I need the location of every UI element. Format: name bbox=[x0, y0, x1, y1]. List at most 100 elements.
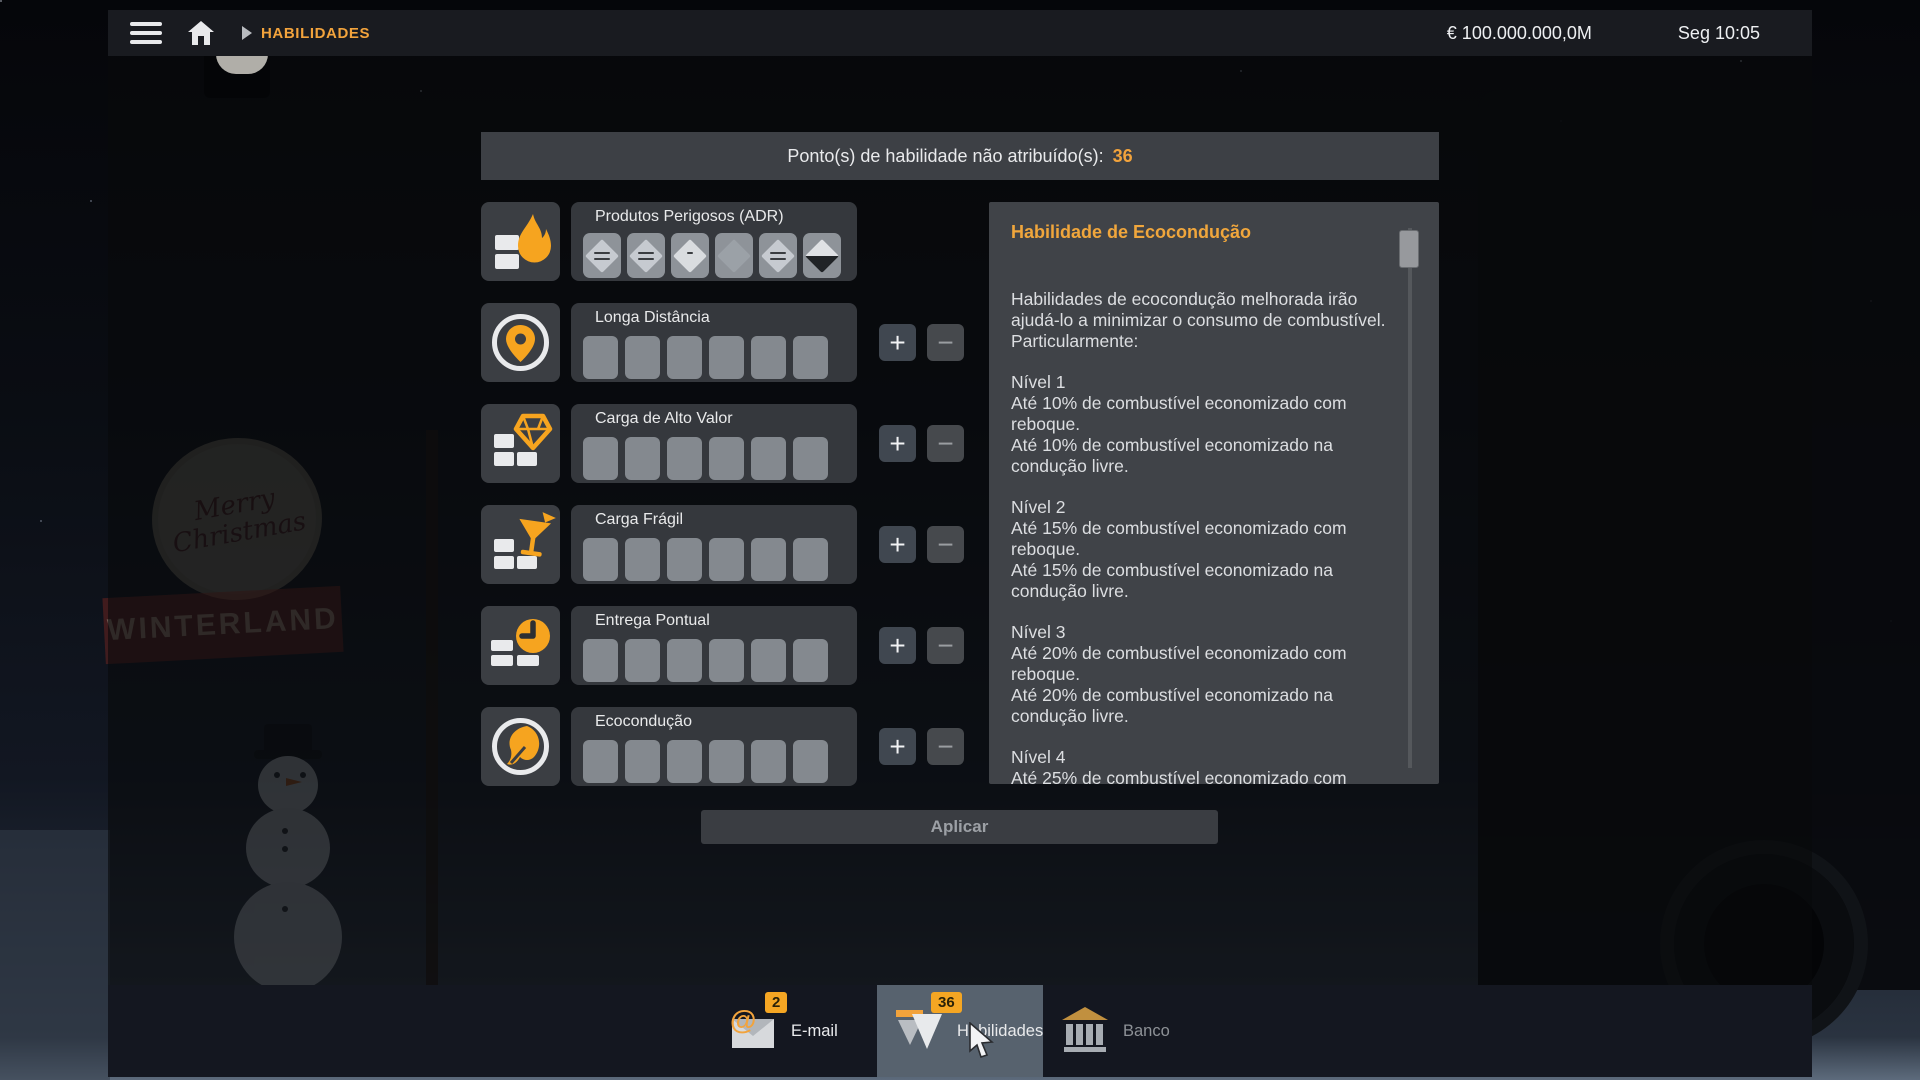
adr-flame-icon bbox=[481, 202, 560, 281]
detail-text-line: Nível 2 bbox=[1011, 497, 1417, 518]
level-pip-5[interactable] bbox=[751, 336, 786, 379]
adr-class-flammable-liquid-3[interactable] bbox=[671, 233, 709, 278]
level-pip-2[interactable] bbox=[625, 740, 660, 783]
level-pip-6[interactable] bbox=[793, 538, 828, 581]
svg-text:@: @ bbox=[730, 1005, 756, 1035]
detail-text-line: ajudá-lo a minimizar o consumo de combus… bbox=[1011, 310, 1417, 331]
detail-level-1: Nível 1Até 10% de combustível economizad… bbox=[1011, 372, 1417, 477]
skill-level-pips bbox=[583, 639, 828, 682]
level-pip-4[interactable] bbox=[709, 740, 744, 783]
add-point-button-ecodriving[interactable]: + bbox=[879, 728, 916, 765]
skill-point-buttons: +− bbox=[879, 627, 964, 664]
dock-label-bank: Banco bbox=[1123, 1022, 1170, 1041]
skill-point-buttons: +− bbox=[879, 526, 964, 563]
add-point-button-just-in-time[interactable]: + bbox=[879, 627, 916, 664]
skill-card-ecodriving: Ecocondução bbox=[571, 707, 857, 786]
skill-card-long-distance: Longa Distância bbox=[571, 303, 857, 382]
scrollbar-track[interactable] bbox=[1408, 228, 1412, 768]
level-pip-5[interactable] bbox=[751, 639, 786, 682]
detail-text-line: condução livre. bbox=[1011, 581, 1417, 602]
remove-point-button-fragile-cargo[interactable]: − bbox=[927, 526, 964, 563]
level-pip-4[interactable] bbox=[709, 538, 744, 581]
level-pip-3[interactable] bbox=[667, 740, 702, 783]
skill-level-pips bbox=[583, 538, 828, 581]
level-pip-6[interactable] bbox=[793, 639, 828, 682]
adr-class-explosives-1[interactable] bbox=[583, 233, 621, 278]
level-pip-5[interactable] bbox=[751, 538, 786, 581]
level-pip-2[interactable] bbox=[625, 639, 660, 682]
level-pip-6[interactable] bbox=[793, 740, 828, 783]
remove-point-button-long-distance[interactable]: − bbox=[927, 324, 964, 361]
skill-card-just-in-time: Entrega Pontual bbox=[571, 606, 857, 685]
dock-item-email[interactable]: @2E-mail bbox=[711, 985, 877, 1077]
detail-level-4: Nível 4Até 25% de combustível economizad… bbox=[1011, 747, 1417, 784]
apply-button-label: Aplicar bbox=[931, 817, 989, 837]
level-pip-2[interactable] bbox=[625, 336, 660, 379]
level-pip-3[interactable] bbox=[667, 538, 702, 581]
level-pip-4[interactable] bbox=[709, 639, 744, 682]
skill-name: Entrega Pontual bbox=[595, 612, 710, 630]
scrollbar-thumb[interactable] bbox=[1399, 230, 1419, 268]
home-icon[interactable] bbox=[186, 19, 216, 47]
skill-points-value: 36 bbox=[1113, 146, 1133, 167]
bottom-dock: @2E-mail 36Habilidades Banco bbox=[108, 985, 1812, 1077]
detail-intro: Habilidades de ecocondução melhorada irã… bbox=[1011, 289, 1417, 352]
skill-name: Ecocondução bbox=[595, 713, 692, 731]
level-pip-1[interactable] bbox=[583, 336, 618, 379]
skill-card-fragile-cargo: Carga Frágil bbox=[571, 505, 857, 584]
level-pip-3[interactable] bbox=[667, 639, 702, 682]
skill-name: Longa Distância bbox=[595, 309, 710, 327]
adr-class-flammable-solid-4[interactable] bbox=[715, 233, 753, 278]
adr-class-non-flammable-gas-2[interactable] bbox=[627, 233, 665, 278]
skill-row-long-distance: Longa Distância +− bbox=[481, 303, 981, 382]
level-pip-6[interactable] bbox=[793, 437, 828, 480]
game-time: Seg 10:05 bbox=[1678, 23, 1760, 44]
remove-point-button-high-value-cargo[interactable]: − bbox=[927, 425, 964, 462]
level-pip-3[interactable] bbox=[667, 437, 702, 480]
skill-name: Carga Frágil bbox=[595, 511, 683, 529]
clock-icon bbox=[481, 606, 560, 685]
stars bbox=[0, 0, 2, 2]
level-pip-1[interactable] bbox=[583, 639, 618, 682]
add-point-button-high-value-cargo[interactable]: + bbox=[879, 425, 916, 462]
skill-level-pips bbox=[583, 437, 828, 480]
apply-button[interactable]: Aplicar bbox=[701, 810, 1218, 844]
skill-point-buttons: +− bbox=[879, 425, 964, 462]
level-pip-6[interactable] bbox=[793, 336, 828, 379]
skill-card-high-value-cargo: Carga de Alto Valor bbox=[571, 404, 857, 483]
remove-point-button-just-in-time[interactable]: − bbox=[927, 627, 964, 664]
level-pip-5[interactable] bbox=[751, 437, 786, 480]
level-pip-5[interactable] bbox=[751, 740, 786, 783]
menu-icon[interactable] bbox=[130, 22, 162, 44]
level-pip-2[interactable] bbox=[625, 538, 660, 581]
top-bar: HABILIDADES € 100.000.000,0M Seg 10:05 bbox=[108, 10, 1812, 56]
skill-name: Carga de Alto Valor bbox=[595, 410, 733, 428]
adr-class-oxidizer-5[interactable] bbox=[759, 233, 797, 278]
detail-text-line: Até 15% de combustível economizado com bbox=[1011, 518, 1417, 539]
level-pip-4[interactable] bbox=[709, 336, 744, 379]
detail-text-line: condução livre. bbox=[1011, 456, 1417, 477]
skill-point-buttons: +− bbox=[879, 324, 964, 361]
skill-card-adr: Produtos Perigosos (ADR) bbox=[571, 202, 857, 281]
level-pip-1[interactable] bbox=[583, 740, 618, 783]
adr-class-miscellaneous-9[interactable] bbox=[803, 233, 841, 278]
level-pip-1[interactable] bbox=[583, 538, 618, 581]
dock-item-bank[interactable]: Banco bbox=[1043, 985, 1209, 1077]
snow-ground bbox=[0, 830, 110, 1080]
detail-text-line: Habilidades de ecocondução melhorada irã… bbox=[1011, 289, 1417, 310]
detail-level-3: Nível 3Até 20% de combustível economizad… bbox=[1011, 622, 1417, 727]
add-point-button-long-distance[interactable]: + bbox=[879, 324, 916, 361]
ets2-skills-screen: { "top_bar": { "breadcrumb": "HABILIDADE… bbox=[0, 0, 1920, 1080]
remove-point-button-ecodriving[interactable]: − bbox=[927, 728, 964, 765]
add-point-button-fragile-cargo[interactable]: + bbox=[879, 526, 916, 563]
level-pip-1[interactable] bbox=[583, 437, 618, 480]
ui-window: HABILIDADES € 100.000.000,0M Seg 10:05 P… bbox=[108, 10, 1812, 1077]
skill-points-bar: Ponto(s) de habilidade não atribuído(s):… bbox=[481, 132, 1439, 180]
level-pip-2[interactable] bbox=[625, 437, 660, 480]
dock-item-skills[interactable]: 36Habilidades bbox=[877, 985, 1043, 1077]
detail-text-line: reboque. bbox=[1011, 414, 1417, 435]
level-pip-3[interactable] bbox=[667, 336, 702, 379]
level-pip-4[interactable] bbox=[709, 437, 744, 480]
leaf-icon bbox=[481, 707, 560, 786]
mouse-cursor bbox=[968, 1022, 998, 1065]
